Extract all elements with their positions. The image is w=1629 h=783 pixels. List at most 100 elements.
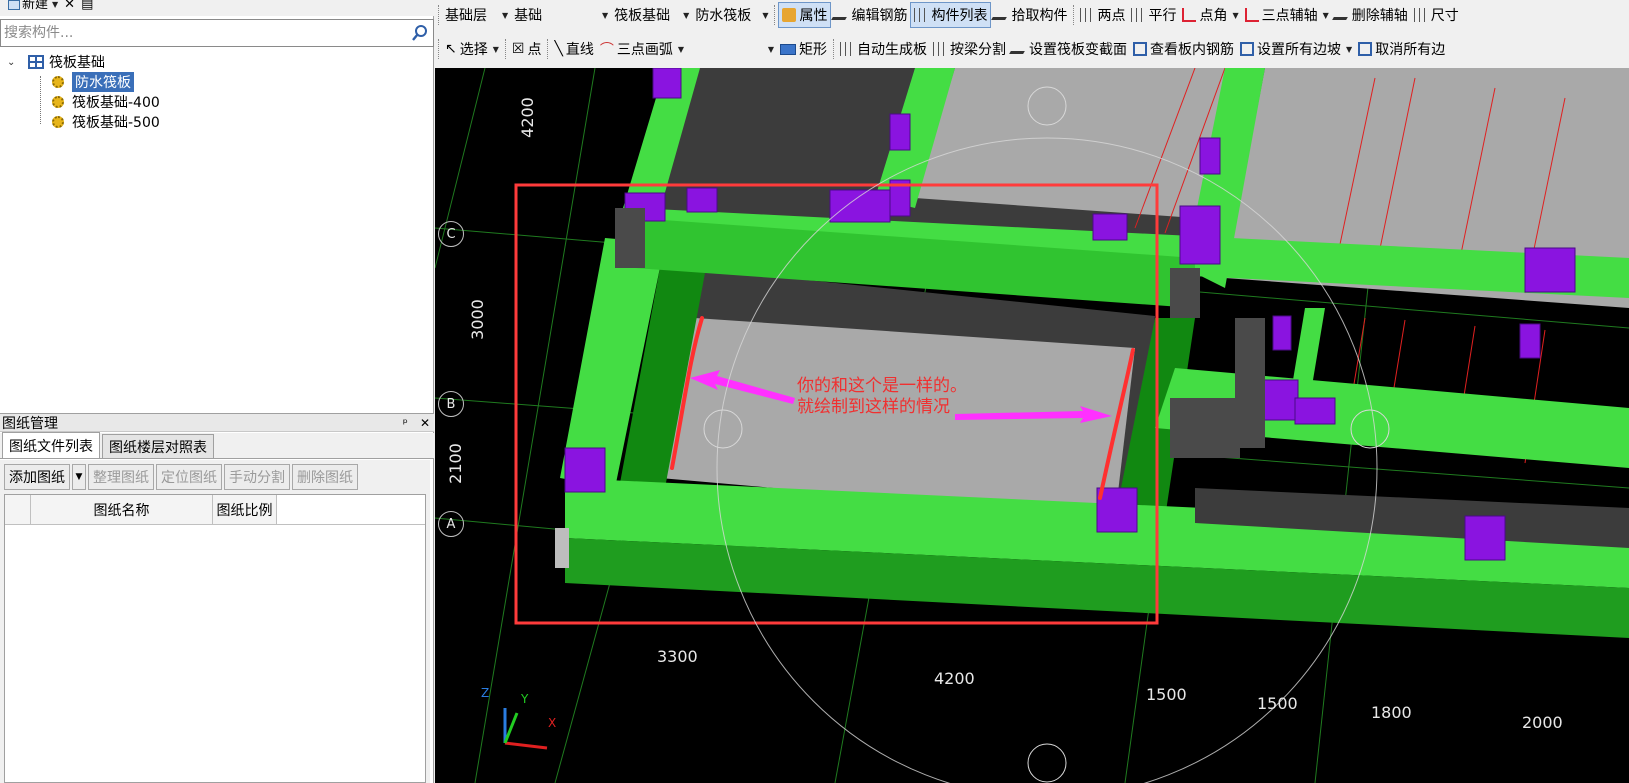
add-drawing-dropdown[interactable]: ▼ xyxy=(72,464,86,490)
rect-button[interactable]: 矩形 xyxy=(777,36,830,62)
arc-icon: ⌒ xyxy=(599,42,614,58)
parallel-label: 平行 xyxy=(1148,8,1177,24)
delete-component-button[interactable]: ✕ xyxy=(64,0,75,11)
annotation-line-2: 就绘制到这样的情况 xyxy=(797,397,950,417)
close-icon[interactable]: ✕ xyxy=(420,416,430,430)
tree-item-raft-400[interactable]: 筏板基础-400 xyxy=(0,92,434,112)
dimension-left-3000: 3000 xyxy=(467,299,487,340)
dimension-left-4200: 4200 xyxy=(517,97,537,138)
dimension-bottom-2000: 2000 xyxy=(1522,713,1563,732)
collapse-icon[interactable]: ⌄ xyxy=(7,57,19,68)
set-all-slope-button[interactable]: 设置所有边坡 ▼ xyxy=(1237,36,1355,62)
dimension-left-2100: 2100 xyxy=(445,443,465,484)
property-label: 属性 xyxy=(799,8,828,24)
tree-item-waterproof-raft[interactable]: 防水筏板 xyxy=(0,72,434,92)
toolbar-separator xyxy=(547,39,549,59)
tree-root-label: 筏板基础 xyxy=(49,55,105,71)
floor-select-value: 基础层 xyxy=(445,8,487,24)
main-toolbars: 基础层 ▼ 基础 ▼ 筏板基础 ▼ 防水筏板 ▼ 属性 编辑钢筋 构件列表 拾取… xyxy=(435,0,1629,68)
pin-icon[interactable]: ᵖ xyxy=(403,416,408,430)
list-icon xyxy=(914,8,929,22)
new-label: 新建 xyxy=(22,0,49,12)
type-select-value: 筏板基础 xyxy=(614,8,671,24)
point-label: 点 xyxy=(527,42,542,58)
manual-split-button[interactable]: 手动分割 xyxy=(224,464,290,490)
dimension-icon xyxy=(1413,8,1428,22)
two-points-button[interactable]: 两点 xyxy=(1077,2,1128,28)
category-select[interactable]: 基础 ▼ xyxy=(511,2,611,28)
arc-button[interactable]: ⌒ 三点画弧 ▼ xyxy=(597,36,687,62)
delete-axis-button[interactable]: 删除辅轴 xyxy=(1331,2,1411,28)
property-button[interactable]: 属性 xyxy=(778,2,832,28)
split-by-beam-icon xyxy=(933,42,948,56)
drawing-manager-tabs: 图纸文件列表 图纸楼层对照表 xyxy=(0,432,434,459)
toolbar-separator xyxy=(833,39,835,59)
delete-axis-icon xyxy=(1331,10,1352,20)
organize-drawing-button[interactable]: 整理图纸 xyxy=(88,464,154,490)
split-by-beam-button[interactable]: 按梁分割 xyxy=(930,36,1009,62)
dimension-bottom-1500a: 1500 xyxy=(1146,685,1187,704)
column-gray-left xyxy=(615,208,645,268)
draw-mode-dropdown[interactable]: ▼ xyxy=(687,36,777,62)
search-button[interactable] xyxy=(407,20,433,46)
toolbar-separator xyxy=(1073,5,1075,25)
view-slab-rebar-button[interactable]: 查看板内钢筋 xyxy=(1130,36,1237,62)
column-header-name[interactable]: 图纸名称 xyxy=(31,495,213,524)
set-slope-section-button[interactable]: 设置筏板变截面 xyxy=(1009,36,1130,62)
edit-rebar-button[interactable]: 编辑钢筋 xyxy=(831,2,910,28)
component-list-button[interactable]: 构件列表 xyxy=(910,2,992,28)
chevron-down-icon: ▼ xyxy=(762,10,769,20)
component-gear-icon xyxy=(52,96,64,108)
auto-generate-slab-button[interactable]: 自动生成板 xyxy=(837,36,930,62)
chevron-down-icon: ▼ xyxy=(602,10,609,20)
toolbar-grip xyxy=(438,39,439,59)
component-gear-icon xyxy=(52,116,64,128)
component-toolbar: 新建 ▼ ✕ ▤ xyxy=(0,0,434,16)
toolbar-separator xyxy=(774,5,776,25)
search-input[interactable] xyxy=(1,21,407,45)
drawing-table-header: 图纸名称 图纸比例 xyxy=(5,495,425,525)
tree-item-raft-500[interactable]: 筏板基础-500 xyxy=(0,112,434,132)
tab-drawing-file-list[interactable]: 图纸文件列表 xyxy=(2,432,100,458)
floor-select[interactable]: 基础层 ▼ xyxy=(442,2,511,28)
new-component-button[interactable]: 新建 ▼ xyxy=(8,0,58,12)
pick-component-button[interactable]: 拾取构件 xyxy=(991,2,1070,28)
point-button[interactable]: ☒ 点 xyxy=(509,36,545,62)
two-points-icon xyxy=(1080,8,1095,22)
wall-gray-junction xyxy=(1170,398,1240,458)
drawing-manager-body: 添加图纸 ▼ 整理图纸 定位图纸 手动分割 删除图纸 图纸名称 图纸比例 xyxy=(0,460,430,783)
model-canvas[interactable] xyxy=(435,68,1629,783)
column-header-scale[interactable]: 图纸比例 xyxy=(213,495,277,524)
locate-drawing-button[interactable]: 定位图纸 xyxy=(156,464,222,490)
add-drawing-button[interactable]: 添加图纸 xyxy=(4,464,70,490)
axis-bubble-b: B xyxy=(438,391,464,417)
dimension-button[interactable]: 尺寸 xyxy=(1411,2,1462,28)
toolbar-grip xyxy=(438,5,439,25)
delete-drawing-button[interactable]: 删除图纸 xyxy=(292,464,358,490)
copy-component-button[interactable]: ▤ xyxy=(81,0,93,11)
set-slope-icon xyxy=(1240,42,1255,56)
component-tree: ⌄ 筏板基础 防水筏板 筏板基础-400 筏板基础-500 xyxy=(0,52,434,132)
orbit-handle-bottom[interactable] xyxy=(1027,743,1067,783)
chevron-down-icon: ▼ xyxy=(683,10,690,20)
edit-rebar-icon xyxy=(831,10,852,20)
tab-drawing-floor-map[interactable]: 图纸楼层对照表 xyxy=(102,434,214,458)
line-icon: ╲ xyxy=(554,41,563,57)
dimension-bottom-4200: 4200 xyxy=(934,669,975,688)
type-select[interactable]: 筏板基础 ▼ xyxy=(611,2,692,28)
point-angle-button[interactable]: 点角 ▼ xyxy=(1179,2,1241,28)
three-point-axis-button[interactable]: 三点辅轴 ▼ xyxy=(1242,2,1332,28)
chevron-down-icon: ▼ xyxy=(1322,10,1329,20)
select-button[interactable]: ↖ 选择 ▼ xyxy=(442,36,502,62)
3d-viewport[interactable]: 4200 3000 2100 3300 4200 1500 1500 1800 … xyxy=(435,68,1629,783)
chevron-down-icon: ▼ xyxy=(492,44,499,54)
line-button[interactable]: ╲ 直线 xyxy=(551,36,596,62)
two-points-label: 两点 xyxy=(1097,8,1126,24)
component-select[interactable]: 防水筏板 ▼ xyxy=(692,2,771,28)
rectangle-icon xyxy=(780,43,797,55)
slope-section-icon xyxy=(1009,44,1029,54)
axis-label-y: Y xyxy=(521,692,529,706)
cancel-all-edge-button[interactable]: 取消所有边 xyxy=(1355,36,1448,62)
parallel-button[interactable]: 平行 xyxy=(1128,2,1179,28)
tree-root[interactable]: ⌄ 筏板基础 xyxy=(0,52,434,72)
